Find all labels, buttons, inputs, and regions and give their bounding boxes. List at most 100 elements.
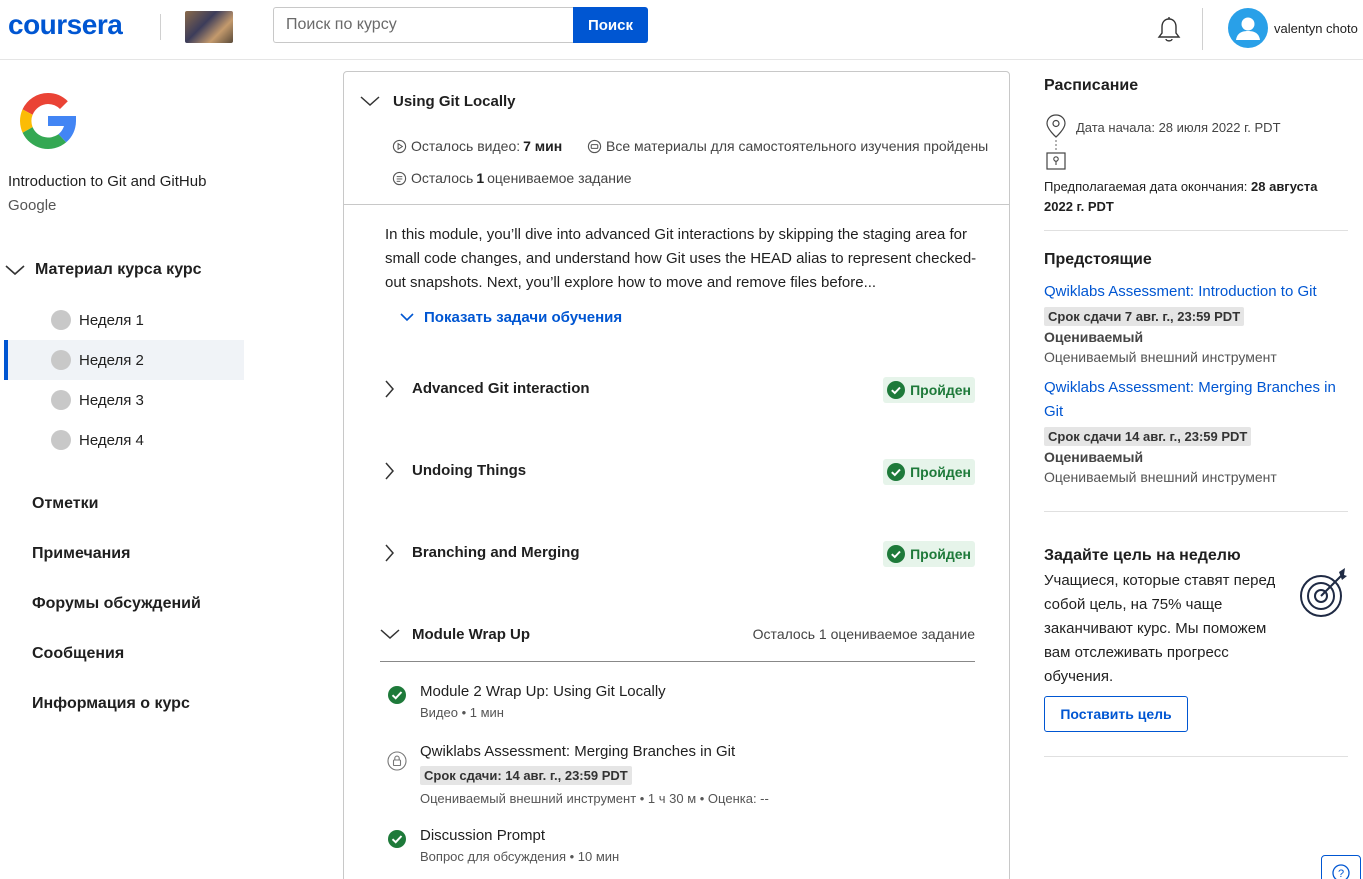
lesson-row[interactable]: Branching and Merging Пройден — [380, 538, 975, 568]
status-badge-label: Пройден — [910, 382, 971, 398]
course-title: Introduction to Git and GitHub — [8, 173, 207, 190]
status-badge-label: Пройден — [910, 546, 971, 562]
week-label: Неделя 1 — [79, 311, 144, 329]
status-badge: Пройден — [883, 541, 975, 567]
sidebar-week-3[interactable]: Неделя 3 — [4, 380, 244, 420]
status-badge-label: Пройден — [910, 464, 971, 480]
chevron-down-icon — [5, 265, 25, 276]
module-title[interactable]: Using Git Locally — [393, 93, 516, 110]
set-goal-button[interactable]: Поставить цель — [1044, 696, 1188, 732]
item-title: Module 2 Wrap Up: Using Git Locally — [420, 683, 666, 700]
due-date-chip: Срок сдачи: 14 авг. г., 23:59 PDT — [420, 766, 632, 785]
graded-label: Оцениваемый — [1044, 329, 1144, 345]
chevron-down-icon — [380, 629, 400, 640]
bell-icon[interactable] — [1156, 16, 1182, 44]
lesson-title: Undoing Things — [412, 462, 527, 479]
sidebar-week-4[interactable]: Неделя 4 — [4, 420, 244, 460]
divider — [1044, 511, 1348, 512]
divider — [1044, 756, 1348, 757]
divider — [1044, 230, 1348, 231]
upcoming-item-link[interactable]: Qwiklabs Assessment: Introduction to Git — [1044, 280, 1317, 304]
due-date-chip: Срок сдачи 7 авг. г., 23:59 PDT — [1044, 307, 1245, 326]
sidebar-link-forums[interactable]: Форумы обсуждений — [32, 595, 201, 613]
top-header: coursera Поиск valentyn choto — [0, 0, 1363, 60]
chevron-down-icon — [400, 313, 414, 322]
goal-title: Задайте цель на неделю — [1044, 547, 1241, 564]
item-title: Qwiklabs Assessment: Merging Branches in… — [420, 743, 736, 760]
check-circle-icon — [388, 830, 406, 848]
list-item[interactable]: Qwiklabs Assessment: Merging Branches in… — [387, 743, 987, 809]
sidebar-link-messages[interactable]: Сообщения — [32, 645, 124, 663]
sidebar-week-2[interactable]: Неделя 2 — [4, 340, 244, 380]
graded-remaining: Осталось 1 оцениваемое задание — [392, 170, 632, 186]
graded-remaining-suffix: оцениваемое задание — [487, 170, 632, 186]
item-type: Оцениваемый внешний инструмент — [1044, 349, 1277, 365]
check-circle-icon — [887, 381, 906, 399]
week-status-dot — [51, 390, 71, 410]
item-title: Discussion Prompt — [420, 827, 546, 844]
header-divider-2 — [1202, 8, 1203, 50]
schedule-title: Расписание — [1044, 77, 1139, 94]
graded-label: Оцениваемый — [1044, 449, 1144, 465]
chevron-right-icon — [385, 462, 394, 480]
sidebar-link-course-info[interactable]: Информация о курс — [32, 695, 190, 713]
graded-remaining-prefix: Осталось — [411, 170, 474, 186]
chevron-right-icon — [385, 544, 394, 562]
lesson-title: Branching and Merging — [412, 544, 580, 561]
list-item[interactable]: Module 2 Wrap Up: Using Git Locally Виде… — [387, 683, 987, 727]
course-material-label: Материал курса курс — [35, 261, 202, 278]
week-status-dot — [51, 430, 71, 450]
lesson-row[interactable]: Advanced Git interaction Пройден — [380, 374, 975, 404]
google-logo-icon — [20, 93, 77, 149]
svg-text:?: ? — [1338, 868, 1344, 879]
search-button[interactable]: Поиск — [573, 7, 648, 43]
week-status-dot — [51, 310, 71, 330]
week-label: Неделя 4 — [79, 431, 144, 449]
lesson-title: Advanced Git interaction — [412, 380, 590, 397]
lock-icon — [387, 751, 407, 771]
upcoming-title: Предстоящие — [1044, 251, 1152, 268]
status-badge: Пройден — [883, 377, 975, 403]
upcoming-item-link[interactable]: Qwiklabs Assessment: Merging Branches in… — [1044, 376, 1344, 424]
status-badge: Пройден — [883, 459, 975, 485]
username[interactable]: valentyn choto — [1274, 21, 1358, 36]
video-remaining: Осталось видео: 7 мин — [392, 138, 565, 154]
show-learning-goals-button[interactable]: Показать задачи обучения — [400, 309, 622, 326]
goal-description: Учащиеся, которые ставят перед собой цел… — [1044, 572, 1276, 685]
self-study-icon — [587, 139, 602, 153]
help-icon[interactable]: ? — [1321, 855, 1361, 879]
upcoming-item-title: Qwiklabs Assessment: Merging Branches in — [1044, 379, 1336, 396]
self-study-text: Все материалы для самостоятельного изуче… — [606, 138, 989, 154]
graded-remaining-count: 1 — [476, 170, 485, 186]
end-date-value: 28 августа — [1251, 179, 1318, 194]
upcoming-item-title-2: Git — [1044, 403, 1064, 420]
list-item[interactable]: Discussion Prompt Вопрос для обсуждения … — [387, 827, 987, 871]
video-remaining-value: 7 мин — [523, 138, 563, 154]
user-avatar-icon[interactable] — [1228, 8, 1268, 48]
coursera-logo[interactable]: coursera — [8, 9, 123, 41]
course-sidebar: Introduction to Git and GitHub Google Ма… — [0, 61, 260, 879]
search-input[interactable] — [273, 7, 573, 43]
sidebar-link-grades[interactable]: Отметки — [32, 495, 98, 513]
video-remaining-label: Осталось видео: — [411, 138, 521, 154]
item-meta: Оцениваемый внешний инструмент • 1 ч 30 … — [420, 791, 769, 806]
course-thumbnail[interactable] — [185, 11, 233, 43]
self-study-status: Все материалы для самостоятельного изуче… — [587, 138, 988, 154]
chevron-right-icon — [385, 380, 394, 398]
lesson-row[interactable]: Undoing Things Пройден — [380, 456, 975, 486]
end-date: Предполагаемая дата окончания: 28 август… — [1044, 177, 1349, 217]
check-circle-icon — [388, 686, 406, 704]
chevron-down-icon[interactable] — [360, 95, 380, 107]
module-header: Using Git Locally Осталось видео: 7 мин … — [344, 72, 1009, 205]
module-description: In this module, you’ll dive into advance… — [385, 226, 977, 291]
due-date-chip: Срок сдачи 14 авг. г., 23:59 PDT — [1044, 427, 1252, 446]
wrap-up-title: Module Wrap Up — [412, 626, 531, 643]
sidebar-link-notes[interactable]: Примечания — [32, 545, 130, 563]
header-divider — [160, 14, 161, 40]
sidebar-week-1[interactable]: Неделя 1 — [4, 300, 244, 340]
check-circle-icon — [887, 463, 906, 481]
module-wrap-up-header[interactable]: Module Wrap Up Осталось 1 оцениваемое за… — [380, 620, 975, 662]
course-material-toggle[interactable]: Материал курса курс — [4, 261, 202, 279]
end-date-label: Предполагаемая дата окончания: — [1044, 179, 1248, 194]
assignment-icon — [392, 171, 407, 185]
